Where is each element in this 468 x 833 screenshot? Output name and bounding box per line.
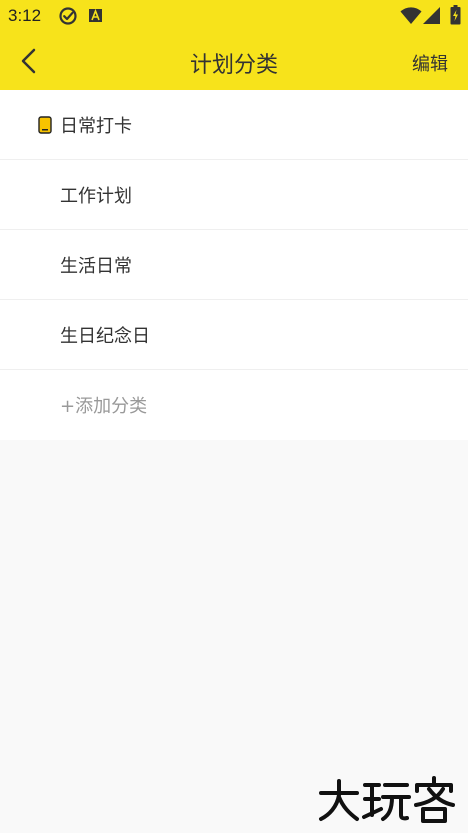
category-item-label: 生日纪念日	[60, 325, 150, 347]
check-circle-icon	[59, 7, 77, 25]
category-item-label: 日常打卡	[60, 115, 132, 137]
add-category-button[interactable]: +添加分类	[0, 370, 468, 440]
add-category-label: +添加分类	[60, 396, 148, 417]
category-item-life-daily[interactable]: 生活日常	[0, 230, 468, 300]
watermark-logo	[319, 776, 455, 823]
status-time: 3:12	[8, 6, 42, 25]
phone-small-icon	[38, 115, 52, 134]
category-list: 日常打卡 工作计划 生活日常 生日纪念日 +添加分类	[0, 90, 468, 440]
battery-icon	[450, 5, 461, 25]
status-bar: 3:12	[0, 0, 468, 32]
wifi-icon	[400, 7, 422, 24]
category-item-daily-checkin[interactable]: 日常打卡	[0, 90, 468, 160]
category-item-label: 工作计划	[60, 185, 132, 207]
category-item-work-plan[interactable]: 工作计划	[0, 160, 468, 230]
signal-icon	[423, 7, 440, 24]
category-item-birthday[interactable]: 生日纪念日	[0, 300, 468, 370]
a-notification-icon	[89, 9, 102, 22]
page-title: 计划分类	[189, 53, 278, 78]
category-item-label: 生活日常	[60, 255, 132, 277]
toolbar: 计划分类 编辑	[0, 32, 468, 90]
edit-button[interactable]: 编辑	[412, 50, 448, 76]
